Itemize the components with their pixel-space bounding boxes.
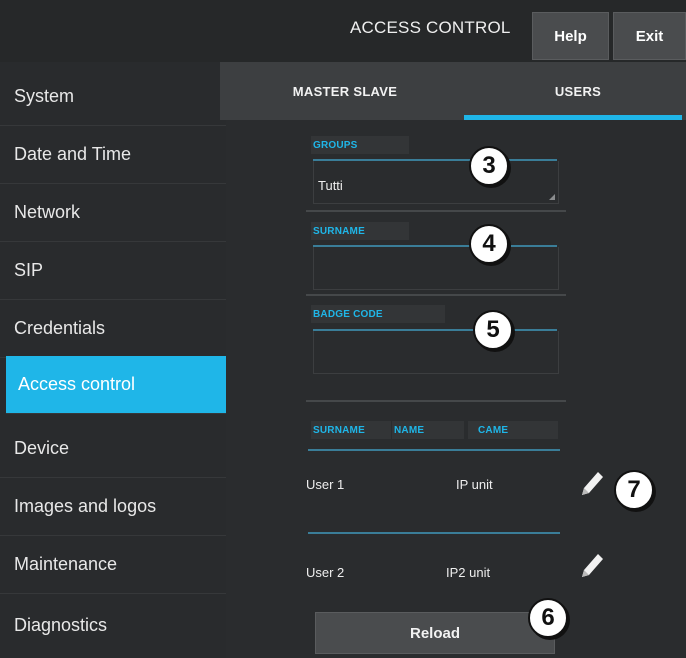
header-bar: ACCESS CONTROL Help Exit [0,0,686,63]
reload-button[interactable]: Reload [315,612,555,654]
row2-surname: User 2 [306,565,345,580]
edit-pencil-icon[interactable] [578,468,606,500]
callout-7: 7 [614,470,654,510]
chevron-down-icon [549,194,555,200]
tab-users[interactable]: USERS [470,62,686,120]
sidebar-item-credentials[interactable]: Credentials [0,300,226,358]
sidebar-item-images-and-logos[interactable]: Images and logos [0,478,226,536]
callout-3: 3 [469,146,509,186]
table-header-divider [308,449,560,451]
row1-surname: User 1 [306,477,345,492]
sidebar-item-sip[interactable]: SIP [0,242,226,300]
section-divider [306,400,566,402]
badge-code-label: BADGE CODE [311,305,445,323]
sidebar-item-system[interactable]: System [0,68,226,126]
sidebar-item-date-and-time[interactable]: Date and Time [0,126,226,184]
column-name: NAME [392,421,464,439]
sidebar-item-network[interactable]: Network [0,184,226,242]
callout-6: 6 [528,598,568,638]
callout-4: 4 [469,224,509,264]
column-came: CAME [468,421,558,439]
surname-input[interactable] [313,247,559,290]
groups-value: Tutti [318,178,343,193]
callout-5: 5 [473,310,513,350]
row1-unit: IP unit [456,477,493,492]
groups-select[interactable] [313,161,559,204]
row2-unit: IP2 unit [446,565,491,580]
help-button[interactable]: Help [532,12,609,60]
exit-button[interactable]: Exit [613,12,686,60]
column-surname: SURNAME [311,421,391,439]
section-divider [306,294,566,296]
page-title: ACCESS CONTROL [350,18,511,37]
row-divider [308,532,560,534]
edit-pencil-icon[interactable] [578,550,606,582]
tab-bar: MASTER SLAVE USERS [220,62,686,120]
surname-label: SURNAME [311,222,409,240]
badge-code-input[interactable] [313,331,559,374]
sidebar-item-access-control[interactable]: Access control [6,356,226,414]
sidebar-item-maintenance[interactable]: Maintenance [0,536,226,594]
groups-label: GROUPS [311,136,409,154]
sidebar-item-device[interactable]: Device [0,420,226,478]
sidebar-item-diagnostics[interactable]: Diagnostics [0,596,226,654]
section-divider [306,210,566,212]
tab-master-slave[interactable]: MASTER SLAVE [220,62,470,120]
